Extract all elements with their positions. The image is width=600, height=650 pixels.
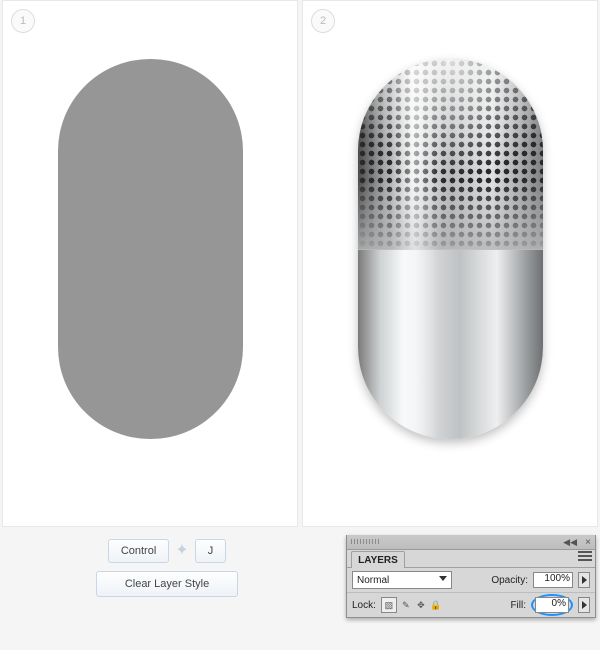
comparison-stage: 1 2 — [0, 0, 600, 527]
lock-icon-group: ▧ ✎ ✥ 🔒 — [381, 597, 442, 613]
blend-mode-value: Normal — [357, 575, 389, 586]
step-panel-1: 1 — [2, 0, 298, 527]
lock-all-icon[interactable]: 🔒 — [430, 598, 442, 612]
layers-tab[interactable]: LAYERS — [351, 551, 405, 568]
lock-fill-row: Lock: ▧ ✎ ✥ 🔒 Fill: 0% — [347, 592, 595, 617]
blend-opacity-row: Normal Opacity: 100% — [347, 568, 595, 592]
opacity-label: Opacity: — [491, 575, 528, 586]
capsule-shape-rendered — [358, 59, 543, 439]
opacity-field[interactable]: 100% — [533, 572, 573, 588]
capsule-highlight — [391, 59, 439, 439]
plus-icon: ✦ — [175, 545, 188, 557]
blend-mode-select[interactable]: Normal — [352, 571, 452, 589]
layers-palette: ◀◀ × LAYERS Normal Opacity: 100% Lock: ▧… — [346, 535, 596, 618]
fill-field[interactable]: 0% — [535, 597, 569, 613]
lock-paint-icon[interactable]: ✎ — [400, 598, 412, 612]
chevron-down-icon — [439, 576, 447, 581]
lock-move-icon[interactable]: ✥ — [415, 598, 427, 612]
bottom-row: Control ✦ J Clear Layer Style ◀◀ × LAYER… — [0, 535, 600, 618]
lock-transparency-icon[interactable]: ▧ — [381, 597, 397, 613]
capsule-shape-flat — [58, 59, 243, 439]
step-panel-2: 2 — [302, 0, 598, 527]
shortcut-key-row: Control ✦ J — [108, 539, 226, 563]
capsule-grille-pattern — [358, 59, 543, 250]
step-badge-2: 2 — [311, 9, 335, 33]
lock-label: Lock: — [352, 600, 376, 611]
palette-collapse-icon[interactable]: ◀◀ — [563, 537, 577, 548]
fill-highlight-ring: 0% — [531, 594, 573, 616]
palette-titlebar[interactable]: ◀◀ × — [347, 535, 595, 550]
palette-close-icon[interactable]: × — [585, 537, 591, 548]
key-control[interactable]: Control — [108, 539, 169, 563]
shortcut-controls: Control ✦ J Clear Layer Style — [4, 535, 330, 618]
palette-body: Normal Opacity: 100% Lock: ▧ ✎ ✥ 🔒 Fill: — [347, 567, 595, 617]
opacity-stepper[interactable] — [578, 572, 590, 588]
step-badge-1: 1 — [11, 9, 35, 33]
key-j[interactable]: J — [195, 539, 227, 563]
fill-stepper[interactable] — [578, 597, 590, 613]
palette-grip-icon — [351, 539, 381, 544]
fill-label: Fill: — [510, 600, 526, 611]
clear-layer-style-button[interactable]: Clear Layer Style — [96, 571, 238, 597]
palette-menu-icon[interactable] — [578, 551, 592, 563]
